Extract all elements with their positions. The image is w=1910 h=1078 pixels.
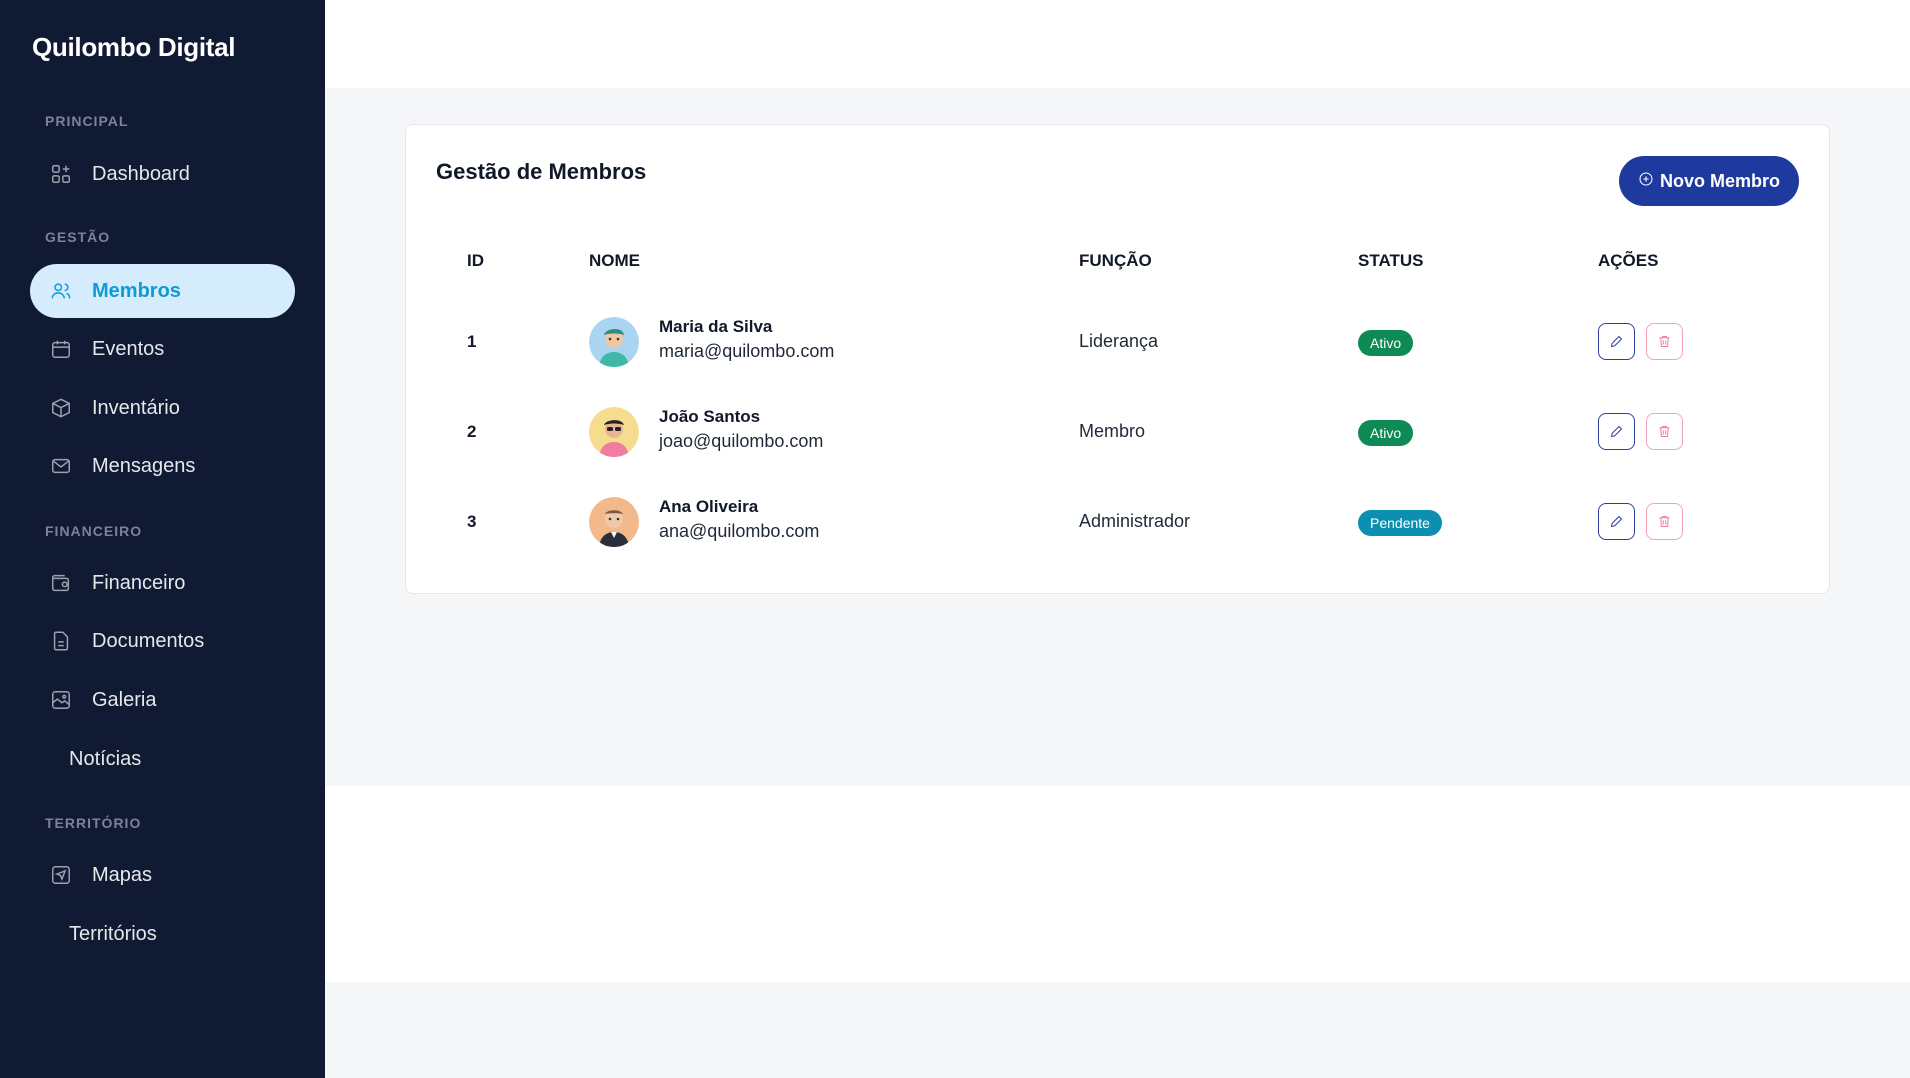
sidebar-item-financeiro[interactable]: Financeiro <box>30 556 295 610</box>
sidebar-item-label: Eventos <box>92 337 165 360</box>
map-pin-icon <box>48 862 74 888</box>
brand-logo-text[interactable]: Quilombo Digital <box>32 32 235 63</box>
trash-icon <box>1659 516 1670 527</box>
column-header-funcao[interactable]: FUNÇÃO <box>1079 251 1152 271</box>
member-name[interactable]: Ana Oliveira <box>659 497 758 517</box>
status-badge: Ativo <box>1358 330 1414 356</box>
delete-button[interactable] <box>1646 413 1683 450</box>
members-card: Gestão de Membros Novo Membro ID NOME FU… <box>405 124 1830 594</box>
sidebar-item-label: Mensagens <box>92 454 196 477</box>
sidebar-item-documentos[interactable]: Documentos <box>30 614 295 668</box>
avatar <box>589 407 639 457</box>
edit-button[interactable] <box>1598 413 1635 450</box>
sidebar-item-label: Dashboard <box>92 162 190 185</box>
member-email: maria@quilombo.com <box>659 341 835 361</box>
mail-icon <box>48 453 74 479</box>
status-badge: Pendente <box>1358 510 1442 536</box>
sidebar-item-inventario[interactable]: Inventário <box>30 381 295 435</box>
member-role: Liderança <box>1079 331 1159 351</box>
table-row: 3 Ana Oliveira ana@quilombo.com Administ… <box>406 477 1831 567</box>
sidebar-item-dashboard[interactable]: Dashboard <box>30 147 295 201</box>
users-icon <box>48 278 74 304</box>
edit-button[interactable] <box>1598 503 1635 540</box>
section-label-gestao: GESTÃO <box>45 229 111 245</box>
plus-circle-icon <box>1639 172 1653 186</box>
new-member-button[interactable]: Novo Membro <box>1619 156 1799 206</box>
column-header-nome[interactable]: NOME <box>589 251 640 271</box>
box-icon <box>48 395 74 421</box>
member-id: 1 <box>467 332 477 351</box>
status-badge: Ativo <box>1358 420 1414 446</box>
trash-icon <box>1659 336 1670 347</box>
image-icon <box>48 687 74 713</box>
section-label-financeiro: FINANCEIRO <box>45 523 143 539</box>
sidebar-item-label: Membros <box>92 279 181 302</box>
column-header-status[interactable]: STATUS <box>1358 251 1423 271</box>
sidebar-item-label: Galeria <box>92 688 157 711</box>
footer-area <box>325 982 1910 1078</box>
trash-icon <box>1659 426 1670 437</box>
dashboard-grid-icon <box>48 161 74 187</box>
page-title: Gestão de Membros <box>436 159 647 184</box>
sidebar-item-noticias[interactable]: Notícias <box>30 732 295 786</box>
wallet-icon <box>48 570 74 596</box>
avatar <box>589 317 639 367</box>
pencil-icon <box>1610 515 1623 528</box>
delete-button[interactable] <box>1646 323 1683 360</box>
section-label-territorio: TERRITÓRIO <box>45 815 142 831</box>
avatar <box>589 497 639 547</box>
member-id: 2 <box>467 422 477 441</box>
sidebar-item-label: Mapas <box>92 863 153 886</box>
member-role: Administrador <box>1079 511 1191 531</box>
table-row: 2 João Santos joao@quilombo.com Membro A… <box>406 387 1831 477</box>
sidebar-item-mapas[interactable]: Mapas <box>30 848 295 902</box>
sidebar-item-label: Inventário <box>92 396 180 419</box>
member-email: joao@quilombo.com <box>659 431 824 451</box>
section-label-principal: PRINCIPAL <box>45 113 129 129</box>
sidebar-item-galeria[interactable]: Galeria <box>30 673 295 727</box>
sidebar-item-label: Territórios <box>69 922 157 945</box>
document-icon <box>48 628 74 654</box>
sidebar-item-territorios[interactable]: Territórios <box>30 907 295 961</box>
sidebar-item-label: Documentos <box>92 629 205 652</box>
pencil-icon <box>1610 425 1623 438</box>
sidebar-item-label: Notícias <box>69 747 142 770</box>
member-name[interactable]: João Santos <box>659 407 760 427</box>
delete-button[interactable] <box>1646 503 1683 540</box>
content-band <box>325 786 1910 982</box>
member-id: 3 <box>467 512 477 531</box>
sidebar-item-eventos[interactable]: Eventos <box>30 322 295 376</box>
top-bar <box>325 0 1910 88</box>
member-role: Membro <box>1079 421 1146 441</box>
member-name[interactable]: Maria da Silva <box>659 317 772 337</box>
calendar-icon <box>48 336 74 362</box>
sidebar-item-membros[interactable]: Membros <box>30 264 295 318</box>
sidebar-item-mensagens[interactable]: Mensagens <box>30 439 295 493</box>
sidebar-item-label: Financeiro <box>92 571 186 594</box>
new-member-button-label: Novo Membro <box>1659 170 1780 191</box>
column-header-id[interactable]: ID <box>467 251 484 271</box>
edit-button[interactable] <box>1598 323 1635 360</box>
column-header-acoes: AÇÕES <box>1598 251 1659 270</box>
member-email: ana@quilombo.com <box>659 521 820 541</box>
sidebar: Quilombo Digital PRINCIPAL Dashboard GES… <box>0 0 325 1078</box>
table-row: 1 Maria da Silva maria@quilombo.com Lide… <box>406 297 1831 387</box>
pencil-icon <box>1610 335 1623 348</box>
